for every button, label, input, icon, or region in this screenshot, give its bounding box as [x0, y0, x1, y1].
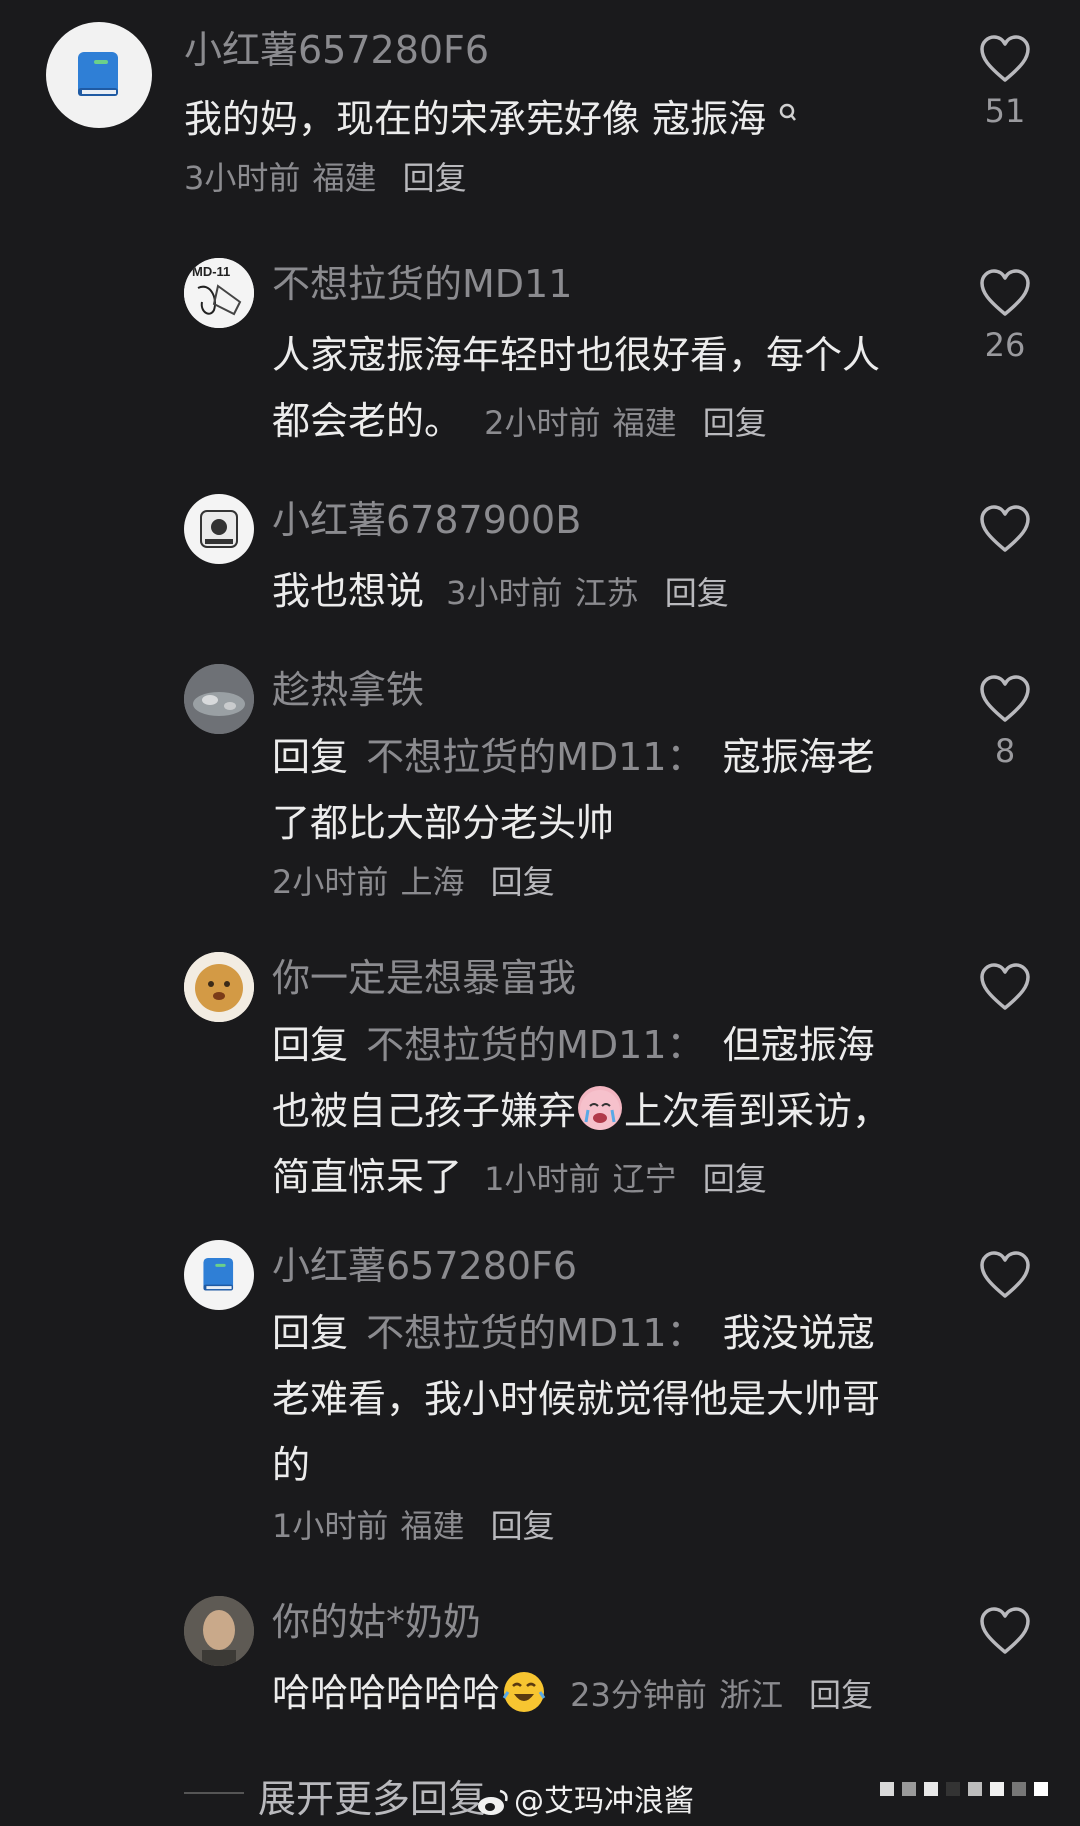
reply-body: 人家寇振海年轻时也很好看，每个人都会老的。 2小时前 福建 回复: [272, 322, 912, 456]
heart-icon: [980, 1251, 1030, 1298]
reply-button[interactable]: 回复: [491, 1507, 555, 1545]
reply-prefix: 回复: [272, 1023, 349, 1067]
reply-button[interactable]: 回复: [491, 863, 555, 901]
photo-avatar: [184, 664, 254, 734]
like-button[interactable]: 26: [970, 268, 1040, 364]
face-photo-avatar: [184, 1596, 254, 1666]
like-button[interactable]: [970, 1606, 1040, 1656]
reply-button[interactable]: 回复: [703, 404, 767, 442]
like-count: 8: [994, 732, 1016, 770]
heart-icon: [980, 269, 1030, 316]
comment-location: 福建: [312, 159, 377, 197]
reply-username[interactable]: 不想拉货的MD11: [272, 262, 572, 306]
md11-logo-avatar: MD-11: [184, 258, 254, 328]
laughing-face-emoji: [502, 1668, 546, 1712]
reply-username[interactable]: 小红薯657280F6: [272, 1244, 577, 1288]
reply-text: 哈哈哈哈哈哈: [272, 1671, 501, 1715]
reply-button[interactable]: 回复: [809, 1676, 873, 1714]
svg-text:MD-11: MD-11: [192, 264, 230, 279]
watermark-text: @艾玛冲浪酱: [514, 1784, 694, 1819]
camera-icon: [200, 510, 238, 548]
reply-username[interactable]: 小红薯6787900B: [272, 498, 581, 542]
comment-location: 福建: [612, 404, 677, 442]
reply-prefix: 回复: [272, 1311, 349, 1355]
avatar[interactable]: MD-11: [184, 258, 254, 328]
reply-button[interactable]: 回复: [703, 1160, 767, 1198]
comment-location: 浙江: [718, 1676, 783, 1714]
like-button[interactable]: [970, 1250, 1040, 1300]
comment-time: 2小时前: [272, 863, 389, 901]
reply-button[interactable]: 回复: [665, 574, 729, 612]
comment-time: 3小时前: [446, 574, 563, 612]
reply-username[interactable]: 你一定是想暴富我: [272, 956, 576, 1000]
avatar[interactable]: [184, 1240, 254, 1310]
reply-body: 哈哈哈哈哈哈 23分钟前 浙江 回复: [272, 1660, 912, 1728]
avatar[interactable]: [184, 664, 254, 734]
comment-text: 我的妈，现在的宋承宪好像 寇振海: [184, 97, 767, 141]
avatar[interactable]: [46, 22, 152, 128]
reply-body: 回复 不想拉货的MD11： 寇振海老了都比大部分老头帅: [272, 724, 912, 856]
like-count: 51: [984, 92, 1026, 130]
reply-body: 回复 不想拉货的MD11： 我没说寇老难看，我小时候就觉得他是大帅哥的: [272, 1300, 912, 1498]
avatar[interactable]: [184, 952, 254, 1022]
avatar[interactable]: [184, 494, 254, 564]
avatar[interactable]: [184, 1596, 254, 1666]
crying-face-emoji: [578, 1086, 623, 1130]
comment-time: 23分钟前: [570, 1676, 707, 1714]
comment-meta: 2小时前 上海 回复: [272, 858, 555, 904]
like-button[interactable]: 51: [970, 34, 1040, 130]
laughing-face-icon: [502, 1672, 546, 1712]
reply-prefix: 回复: [272, 735, 349, 779]
expand-more-replies-button[interactable]: 展开更多回复: [258, 1768, 486, 1823]
heart-icon: [980, 675, 1030, 722]
comment-location: 上海: [400, 863, 465, 901]
like-button[interactable]: [970, 962, 1040, 1012]
reply-to-username[interactable]: 不想拉货的MD11：: [366, 1311, 704, 1355]
comment-body: 我的妈，现在的宋承宪好像 寇振海: [184, 86, 904, 152]
book-icon: [78, 52, 118, 96]
comment-username[interactable]: 小红薯657280F6: [184, 28, 489, 72]
divider: [184, 1792, 244, 1794]
weibo-logo-icon: [478, 1789, 508, 1815]
reply-button[interactable]: 回复: [403, 159, 467, 197]
reply-body: 我也想说 3小时前 江苏 回复: [272, 558, 912, 626]
comment-location: 辽宁: [612, 1160, 677, 1198]
comment-time: 2小时前: [484, 404, 601, 442]
mosaic-blocks: [880, 1782, 1048, 1796]
comment-time: 1小时前: [272, 1507, 389, 1545]
comment-time: 1小时前: [484, 1160, 601, 1198]
reply-to-username[interactable]: 不想拉货的MD11：: [366, 1023, 704, 1067]
cookie-avatar: [184, 952, 254, 1022]
reply-to-username[interactable]: 不想拉货的MD11：: [366, 735, 704, 779]
comment-location: 福建: [400, 1507, 465, 1545]
crying-face-icon: [580, 1090, 621, 1130]
reply-body: 回复 不想拉货的MD11： 但寇振海也被自己孩子嫌弃 上次看到采访，简直惊呆了 1…: [272, 1012, 912, 1212]
heart-icon: [980, 505, 1030, 552]
search-icon[interactable]: [778, 102, 798, 124]
watermark: @艾玛冲浪酱: [476, 1776, 694, 1820]
comment-location: 江苏: [574, 574, 639, 612]
heart-icon: [980, 35, 1030, 82]
like-button[interactable]: 8: [970, 674, 1040, 770]
like-button[interactable]: [970, 504, 1040, 554]
heart-icon: [980, 1607, 1030, 1654]
reply-username[interactable]: 趁热拿铁: [272, 668, 424, 712]
reply-text: 我也想说: [272, 569, 425, 613]
like-count: 26: [984, 326, 1026, 364]
comment-time: 3小时前: [184, 159, 301, 197]
heart-icon: [980, 963, 1030, 1010]
comment-meta: 3小时前 福建 回复: [184, 154, 467, 200]
book-icon: [203, 1257, 234, 1291]
reply-username[interactable]: 你的姑*奶奶: [272, 1600, 481, 1644]
comment-meta: 1小时前 福建 回复: [272, 1502, 555, 1548]
